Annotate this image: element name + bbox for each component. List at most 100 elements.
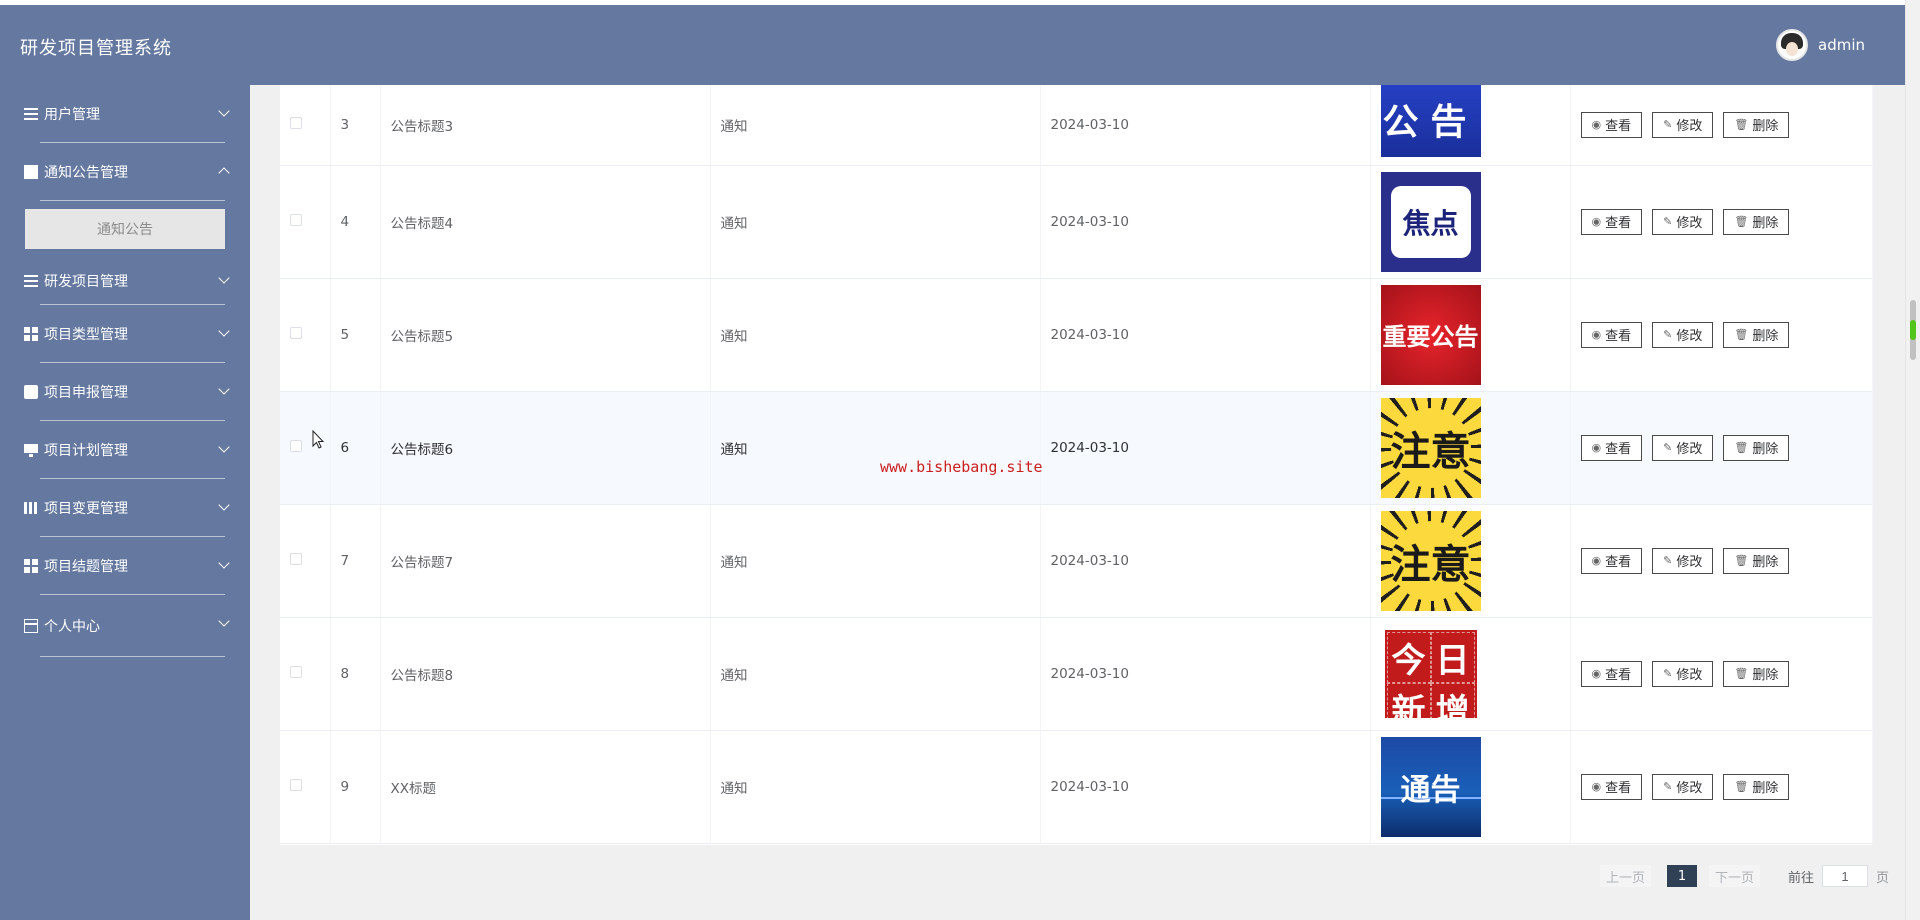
sidebar-item-label: 通知公告管理 [44,165,128,181]
row-checkbox[interactable] [290,213,302,226]
sidebar-item-label: 项目类型管理 [44,327,128,343]
submenu-item-notice[interactable]: 通知公告 [25,209,225,249]
trash-icon: 🗑 [1734,328,1749,341]
table-row[interactable]: 6 公告标题6 通知 2024-03-10 注意 ◉ 查看 ✎ 修改 🗑 删除 [280,391,1873,505]
edit-button[interactable]: ✎ 修改 [1652,547,1714,574]
view-button[interactable]: ◉ 查看 [1580,434,1643,461]
sidebar-item-project-change-management[interactable]: 项目变更管理 [0,479,250,537]
notice-date: 2024-03-10 [1040,165,1371,279]
table-row[interactable]: 5 公告标题5 通知 2024-03-10 重要公告 ◉ 查看 ✎ 修改 🗑 删除 [280,278,1873,392]
sidebar-item-label: 研发项目管理 [44,274,128,290]
notice-type: 通知 [710,391,1041,505]
sidebar-item-rd-project-management[interactable]: 研发项目管理 [0,257,250,305]
row-actions: ◉ 查看 ✎ 修改 🗑 删除 [1570,85,1873,166]
delete-button[interactable]: 🗑 删除 [1723,321,1790,348]
sidebar-item-personal-center[interactable]: 个人中心 [0,595,250,657]
delete-button[interactable]: 🗑 删除 [1723,547,1790,574]
row-checkbox-cell [280,278,331,392]
notice-title: 公告标题4 [380,165,711,279]
page-number-current[interactable]: 1 [1667,865,1698,887]
trash-icon: 🗑 [1734,780,1749,793]
edit-button-label: 修改 [1676,555,1703,570]
row-checkbox[interactable] [290,665,302,678]
notice-image-cell: 注意 [1370,391,1571,505]
row-checkbox[interactable] [290,552,302,565]
notice-type: 通知 [710,504,1041,618]
view-button-label: 查看 [1605,668,1632,683]
view-button[interactable]: ◉ 查看 [1580,208,1643,235]
edit-button[interactable]: ✎ 修改 [1652,208,1714,235]
delete-button-label: 删除 [1752,781,1779,796]
eye-icon: ◉ [1591,441,1602,454]
notice-thumbnail[interactable]: 重要公告 [1380,284,1481,385]
view-button[interactable]: ◉ 查看 [1580,773,1643,800]
delete-button[interactable]: 🗑 删除 [1723,434,1790,461]
chevron-down-icon [218,615,230,627]
notice-date: 2024-03-10 [1040,85,1371,166]
delete-button[interactable]: 🗑 删除 [1723,660,1790,687]
thumbnail-text: 今日新增 [1384,629,1477,724]
row-index: 9 [330,730,381,844]
trash-icon: 🗑 [1734,118,1749,132]
sidebar-item-project-type-management[interactable]: 项目类型管理 [0,305,250,363]
view-button[interactable]: ◉ 查看 [1580,660,1643,687]
notice-image-cell: 注意 [1370,504,1571,618]
vertical-scrollbar[interactable] [1905,0,1920,920]
grid-icon [24,327,38,341]
notice-thumbnail[interactable]: 公告 [1380,85,1481,157]
sidebar-item-project-closing-management[interactable]: 项目结题管理 [0,537,250,595]
notice-type: 通知 [710,278,1041,392]
edit-button[interactable]: ✎ 修改 [1652,434,1714,461]
notice-title: 公告标题7 [380,504,711,618]
notice-thumbnail[interactable]: 注意 [1380,397,1481,498]
scrollbar-thumb[interactable] [1910,300,1916,360]
row-checkbox[interactable] [290,116,302,129]
edit-button[interactable]: ✎ 修改 [1652,321,1714,348]
notice-title: 公告标题6 [380,391,711,505]
view-button-label: 查看 [1605,329,1632,344]
row-index: 6 [330,391,381,505]
delete-button[interactable]: 🗑 删除 [1723,208,1790,235]
sidebar-item-notice-management[interactable]: 通知公告管理 [0,143,250,201]
table-row[interactable]: 3 公告标题3 通知 2024-03-10 公告 ◉ 查看 ✎ 修改 🗑 删除 [280,85,1873,166]
edit-button[interactable]: ✎ 修改 [1652,773,1714,800]
next-page-button[interactable]: 下一页 [1709,865,1761,887]
row-checkbox[interactable] [290,439,302,452]
edit-button[interactable]: ✎ 修改 [1652,111,1714,138]
delete-button-label: 删除 [1752,442,1779,457]
prev-page-button[interactable]: 上一页 [1600,865,1652,887]
row-checkbox[interactable] [290,326,302,339]
table-row[interactable]: 8 公告标题8 通知 2024-03-10 今日新增 ◉ 查看 ✎ 修改 🗑 删除 [280,617,1873,731]
notice-date: 2024-03-10 [1040,504,1371,618]
sidebar-item-project-plan-management[interactable]: 项目计划管理 [0,421,250,479]
notice-thumbnail[interactable]: 今日新增 [1380,623,1481,724]
edit-button[interactable]: ✎ 修改 [1652,660,1714,687]
edit-icon: ✎ [1663,215,1673,228]
avatar[interactable] [1776,29,1808,61]
table-row[interactable]: 9 XX标题 通知 2024-03-10 通告 ◉ 查看 ✎ 修改 🗑 删除 [280,730,1873,844]
table-row[interactable]: 4 公告标题4 通知 2024-03-10 焦点 ◉ 查看 ✎ 修改 🗑 删除 [280,165,1873,279]
edit-button-label: 修改 [1676,216,1703,231]
top-header: 研发项目管理系统 admin [0,5,1905,85]
table-row[interactable]: 7 公告标题7 通知 2024-03-10 注意 ◉ 查看 ✎ 修改 🗑 删除 [280,504,1873,618]
eye-icon: ◉ [1591,118,1602,132]
notice-thumbnail[interactable]: 通告 [1380,736,1481,837]
row-checkbox[interactable] [290,778,302,791]
notice-thumbnail[interactable]: 焦点 [1380,171,1481,272]
chevron-down-icon [218,499,230,511]
sidebar-item-user-management[interactable]: 用户管理 [0,85,250,143]
sidebar-item-label: 用户管理 [44,107,100,123]
view-button[interactable]: ◉ 查看 [1580,321,1643,348]
sidebar-item-project-application-management[interactable]: 项目申报管理 [0,363,250,421]
delete-button[interactable]: 🗑 删除 [1723,111,1790,138]
notice-thumbnail[interactable]: 注意 [1380,510,1481,611]
notice-date: 2024-03-10 [1040,730,1371,844]
view-button[interactable]: ◉ 查看 [1580,547,1643,574]
goto-page-input[interactable] [1822,865,1869,887]
user-menu[interactable]: admin [1776,29,1865,61]
delete-button[interactable]: 🗑 删除 [1723,773,1790,800]
view-button[interactable]: ◉ 查看 [1580,111,1643,138]
username[interactable]: admin [1818,36,1865,54]
notice-date: 2024-03-10 [1040,617,1371,731]
sidebar-item-label: 项目计划管理 [44,443,128,459]
